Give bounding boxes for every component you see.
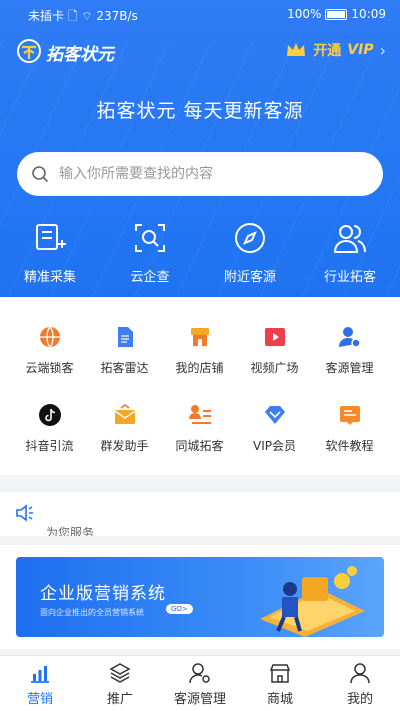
search-input[interactable]	[59, 166, 349, 182]
diamond-icon	[264, 406, 285, 424]
video-icon	[264, 328, 285, 346]
user-settings-icon	[189, 663, 210, 684]
app-name: 拓客状元	[46, 45, 114, 65]
compass-icon	[235, 223, 265, 253]
battery-percent: 100%	[287, 7, 322, 21]
tiktok-icon	[38, 404, 61, 426]
speaker-icon	[16, 504, 33, 522]
quick-action-label: 附近客源	[223, 270, 276, 285]
contact-list-icon	[188, 405, 211, 424]
top-bar: 拓客状元 开通 VIP ›	[0, 34, 400, 68]
feature-local[interactable]: 同城拓客	[162, 403, 237, 454]
chart-icon	[31, 666, 49, 683]
users-icon	[333, 225, 366, 253]
shop-icon	[269, 664, 291, 683]
document-icon	[117, 327, 133, 347]
banner-illustration-icon	[260, 566, 365, 637]
enterprise-banner[interactable]: 企业版营销系统 面向企业推出的全员营销系统 GO>	[16, 557, 384, 637]
feature-radar[interactable]: 拓客雷达	[87, 325, 162, 376]
quick-action-industry[interactable]: 行业拓客	[300, 220, 400, 285]
banner-go-button[interactable]: GO>	[166, 604, 193, 614]
header-hero: 未插卡 🗋 ⌔ 237B/s 100% 10:09 拓客状元 开通 VIP › …	[0, 0, 400, 297]
crown-icon	[287, 43, 306, 56]
feature-video-square[interactable]: 视频广场	[237, 325, 312, 376]
notice-bar[interactable]: 为您服务	[0, 492, 400, 536]
battery-icon	[325, 8, 348, 20]
quick-action-label: 行业拓客	[323, 270, 376, 285]
tab-shop[interactable]: 商城	[240, 656, 320, 711]
notice-text: 为您服务	[46, 526, 95, 536]
feature-cloud-lock[interactable]: 云端锁客	[12, 325, 87, 376]
status-bar: 未插卡 🗋 ⌔ 237B/s 100% 10:09	[0, 0, 400, 28]
feature-douyin[interactable]: 抖音引流	[12, 403, 87, 454]
layers-icon	[109, 663, 131, 683]
collect-icon	[36, 224, 66, 250]
quick-action-nearby[interactable]: 附近客源	[200, 220, 300, 285]
feature-my-store[interactable]: 我的店铺	[162, 325, 237, 376]
search-icon	[32, 166, 49, 183]
quick-actions: 精准采集 云企查 附近客源 行业拓客	[0, 220, 400, 285]
globe-icon	[39, 326, 60, 348]
tab-promote[interactable]: 推广	[80, 656, 160, 711]
bottom-tab-bar: 营销 推广 客源管理 商城 我的	[0, 655, 400, 711]
search-bar[interactable]	[17, 152, 383, 196]
status-left: 未插卡 🗋 ⌔ 237B/s	[28, 9, 138, 23]
clock: 10:09	[351, 7, 386, 21]
feature-grid: 云端锁客 拓客雷达 我的店铺 视频广场 客源管理 抖音引流 群发助手 同城拓客 …	[0, 297, 400, 475]
slogan: 拓客状元 每天更新客源	[96, 100, 304, 122]
banner-subtitle: 面向企业推出的全员营销系统	[40, 608, 144, 617]
feature-mass-send[interactable]: 群发助手	[87, 403, 162, 454]
quick-action-company[interactable]: 云企查	[100, 220, 200, 285]
tab-lead-manage[interactable]: 客源管理	[160, 656, 240, 711]
quick-action-label: 云企查	[130, 270, 170, 285]
chevron-right-icon: ›	[379, 40, 386, 60]
mail-icon	[114, 404, 135, 424]
vip-open-label: 开通	[313, 43, 342, 59]
feature-vip-member[interactable]: VIP会员	[237, 403, 312, 454]
tutorial-icon	[339, 406, 360, 425]
profile-icon	[350, 663, 370, 684]
quick-action-label: 精准采集	[23, 270, 76, 285]
vip-open-button[interactable]: 开通 VIP ›	[285, 40, 386, 60]
tab-mine[interactable]: 我的	[320, 656, 400, 711]
user-gear-icon	[338, 327, 361, 348]
app-logo-icon	[17, 39, 41, 63]
feature-lead-manage[interactable]: 客源管理	[312, 325, 387, 376]
banner-title: 企业版营销系统	[40, 584, 166, 604]
store-icon	[190, 328, 209, 346]
quick-action-collect[interactable]: 精准采集	[0, 220, 100, 285]
scan-icon	[135, 224, 165, 252]
tab-marketing[interactable]: 营销	[0, 656, 80, 711]
vip-label: VIP	[347, 42, 374, 58]
feature-tutorial[interactable]: 软件教程	[312, 403, 387, 454]
banner-section: 企业版营销系统 面向企业推出的全员营销系统 GO>	[0, 545, 400, 649]
